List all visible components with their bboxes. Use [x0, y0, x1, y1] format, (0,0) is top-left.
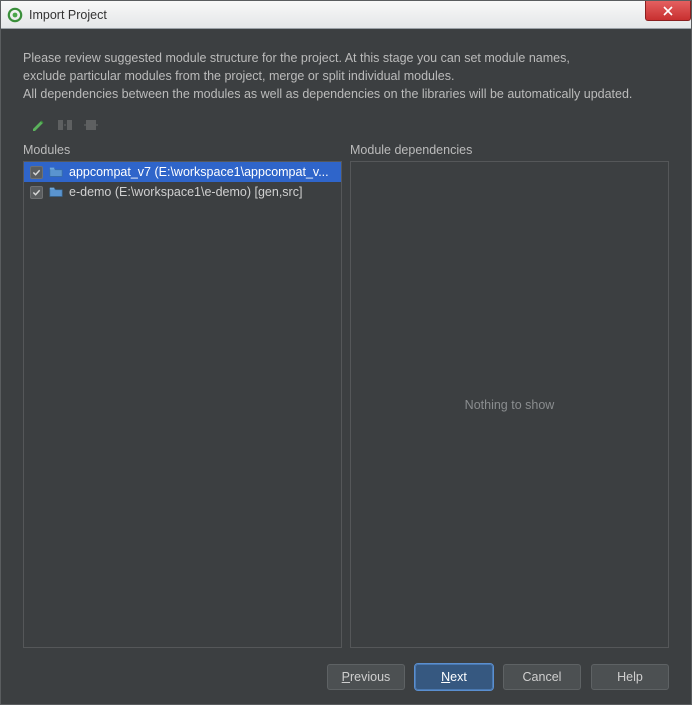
description-line: exclude particular modules from the proj… [23, 67, 669, 85]
module-label: e-demo (E:\workspace1\e-demo) [gen,src] [69, 185, 302, 199]
dialog-window: Import Project Please review suggested m… [0, 0, 692, 705]
modules-panel-title: Modules [23, 143, 342, 157]
button-bar: Previous Next Cancel Help [23, 664, 669, 690]
dependencies-list-box: Nothing to show [350, 161, 669, 648]
module-checkbox[interactable] [30, 166, 43, 179]
next-button[interactable]: Next [415, 664, 493, 690]
edit-icon[interactable] [31, 117, 47, 133]
modules-list: appcompat_v7 (E:\workspace1\appcompat_v.… [24, 162, 341, 202]
dependencies-panel-title: Module dependencies [350, 143, 669, 157]
module-folder-icon [49, 165, 63, 179]
help-button[interactable]: Help [591, 664, 669, 690]
description-line: All dependencies between the modules as … [23, 85, 669, 103]
module-item[interactable]: e-demo (E:\workspace1\e-demo) [gen,src] [24, 182, 341, 202]
module-checkbox[interactable] [30, 186, 43, 199]
app-icon [7, 7, 23, 23]
modules-panel: Modules appcompat_v7 (E:\workspace1\appc… [23, 143, 342, 648]
module-item[interactable]: appcompat_v7 (E:\workspace1\appcompat_v.… [24, 162, 341, 182]
panels-container: Modules appcompat_v7 (E:\workspace1\appc… [23, 143, 669, 648]
toolbar [23, 117, 669, 133]
module-folder-icon [49, 185, 63, 199]
previous-button[interactable]: Previous [327, 664, 405, 690]
close-button[interactable] [645, 1, 691, 21]
module-label: appcompat_v7 (E:\workspace1\appcompat_v.… [69, 165, 329, 179]
description-line: Please review suggested module structure… [23, 49, 669, 67]
next-label-rest: ext [450, 670, 467, 684]
dependencies-empty-text: Nothing to show [351, 162, 668, 647]
cancel-button[interactable]: Cancel [503, 664, 581, 690]
description-text: Please review suggested module structure… [23, 49, 669, 103]
dependencies-panel: Module dependencies Nothing to show [350, 143, 669, 648]
modules-list-box: appcompat_v7 (E:\workspace1\appcompat_v.… [23, 161, 342, 648]
window-title: Import Project [29, 8, 107, 22]
split-icon[interactable] [57, 117, 73, 133]
merge-icon[interactable] [83, 117, 99, 133]
previous-label-rest: revious [350, 670, 390, 684]
titlebar: Import Project [1, 1, 691, 29]
content-area: Please review suggested module structure… [1, 29, 691, 704]
